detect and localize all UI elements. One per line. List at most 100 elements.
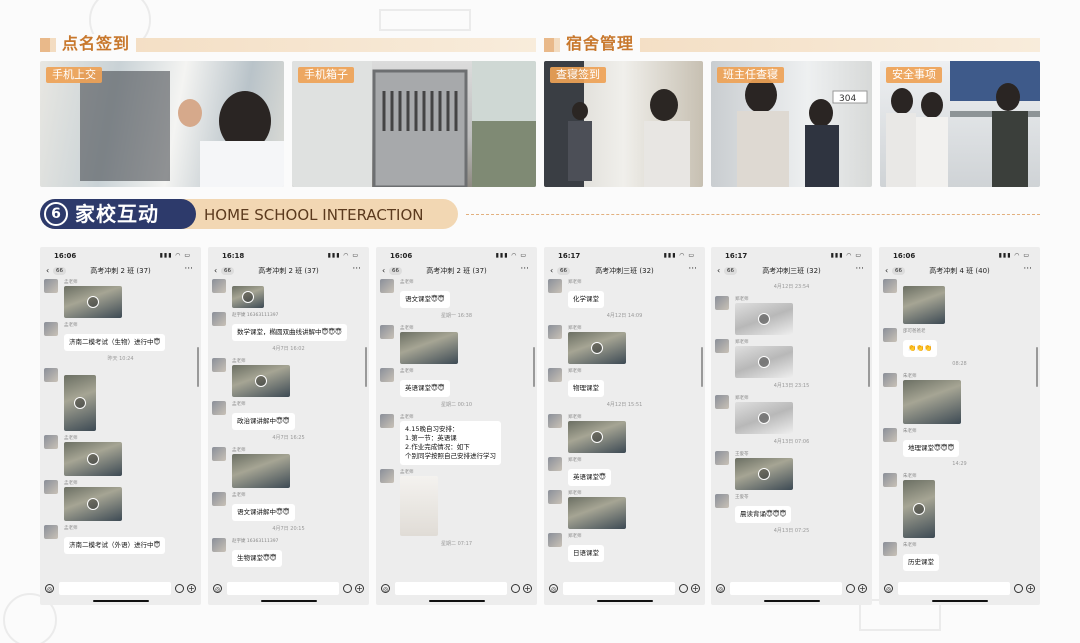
avatar [44, 525, 58, 539]
more-icon[interactable]: ··· [1023, 264, 1032, 274]
more-icon[interactable]: ··· [688, 264, 697, 274]
chat-timestamp: 昨天 10:24 [107, 356, 134, 362]
more-icon[interactable]: ··· [352, 264, 361, 274]
avatar [548, 279, 562, 293]
emoji-icon[interactable] [343, 584, 352, 593]
message-video[interactable] [64, 487, 122, 521]
chat-body: 4月12日 23:54 郑老师 郑老师 4月13日 23:15 郑老师 4月13日 07:… [711, 279, 872, 579]
emoji-icon[interactable] [1014, 584, 1023, 593]
chat-message: 孟老师 4.15晚自习安排： 1.第一节：英语课 2.作业完成情况：如下 个别同学… [376, 414, 537, 465]
chat-input-bar: ◎ + [376, 581, 537, 597]
home-indicator [92, 600, 149, 602]
chat-message: 郑老师 化学课堂 [544, 279, 705, 308]
voice-icon[interactable]: ◎ [45, 584, 54, 593]
chat-message: 孟老师语文课堂😇😇 [376, 279, 537, 308]
message-text: 日语课堂 [568, 545, 604, 562]
avatar [883, 373, 897, 387]
message-text: 4.15晚自习安排： 1.第一节：英语课 2.作业完成情况：如下 个别同学按照自… [400, 421, 501, 465]
avatar [883, 279, 897, 293]
voice-icon[interactable]: ◎ [884, 584, 893, 593]
chat-screenshot: 16:17 ▮▮▮ ◠ ▭ ‹ 66 高考冲刺三班 (32) ··· 郑老师 化学… [544, 247, 705, 605]
message-image[interactable] [400, 332, 458, 364]
photo-tag: 手机箱子 [298, 67, 354, 83]
sender-name: 孟老师 [64, 481, 78, 486]
message-video[interactable] [903, 480, 935, 538]
message-image[interactable] [903, 380, 961, 424]
emoji-icon[interactable] [175, 584, 184, 593]
message-input[interactable] [898, 582, 1010, 595]
message-video[interactable] [232, 286, 264, 308]
more-icon[interactable]: ··· [855, 264, 864, 274]
chat-timestamp: 08:28 [952, 361, 967, 367]
voice-icon[interactable]: ◎ [549, 584, 558, 593]
status-bar: 16:18 ▮▮▮ ◠ ▭ [208, 247, 369, 263]
avatar [715, 395, 729, 409]
chat-nav-bar: ‹ 66 高考冲刺 2 班 (37) ··· [208, 264, 369, 278]
chat-body: 孟老师 语文课堂😇😇 星期一 16:38 孟老师 孟老师 英语课堂😇😇 星期二 00:10 孟… [376, 279, 537, 579]
signal-battery-icon: ▮▮▮ ◠ ▭ [830, 252, 862, 259]
message-input[interactable] [395, 582, 507, 595]
avatar [548, 368, 562, 382]
chat-timestamp: 4月12日 15:51 [606, 402, 643, 408]
message-video[interactable] [64, 286, 122, 318]
emoji-icon[interactable] [511, 584, 520, 593]
avatar [44, 322, 58, 336]
chat-message: 郑老师 [544, 325, 705, 364]
message-video[interactable] [568, 332, 626, 364]
chat-message: 郑老师 [711, 395, 872, 434]
message-text: 语文课堂😇😇 [400, 291, 450, 308]
plus-icon[interactable]: + [187, 584, 196, 593]
message-video[interactable] [64, 442, 122, 476]
message-input[interactable] [730, 582, 842, 595]
plus-icon[interactable]: + [523, 584, 532, 593]
emoji-icon[interactable] [846, 584, 855, 593]
message-video[interactable] [735, 458, 793, 490]
sender-name: 孟老师 [400, 280, 414, 285]
message-input[interactable] [227, 582, 339, 595]
more-icon[interactable]: ··· [520, 264, 529, 274]
plus-icon[interactable]: + [355, 584, 364, 593]
plus-icon[interactable]: + [1026, 584, 1035, 593]
scrollbar[interactable] [197, 347, 199, 387]
message-image[interactable] [400, 476, 438, 536]
photo-phone-handin: 手机上交 [40, 61, 284, 187]
chat-timestamp: 4月7日 16:25 [272, 435, 305, 441]
message-image[interactable] [903, 286, 945, 324]
message-video[interactable] [568, 421, 626, 453]
plus-icon[interactable]: + [691, 584, 700, 593]
sender-name: 孟老师 [232, 359, 246, 364]
home-indicator [763, 600, 820, 602]
chat-message: 朱老师 [879, 473, 1040, 538]
message-video[interactable] [735, 346, 793, 378]
voice-icon[interactable]: ◎ [381, 584, 390, 593]
avatar [548, 533, 562, 547]
message-text: 济南二模考试（外语）进行中😇 [64, 537, 166, 554]
more-icon[interactable]: ··· [184, 264, 193, 274]
scrollbar[interactable] [365, 347, 367, 387]
plus-icon[interactable]: + [858, 584, 867, 593]
message-video[interactable] [232, 365, 290, 397]
message-video[interactable] [735, 303, 793, 335]
avatar [883, 428, 897, 442]
message-text: 语文课讲解中😇😇 [232, 504, 295, 521]
message-image[interactable] [232, 454, 290, 488]
message-video[interactable] [735, 402, 793, 434]
scrollbar[interactable] [1036, 347, 1038, 387]
emoji-icon[interactable] [679, 584, 688, 593]
scrollbar[interactable] [701, 347, 703, 387]
chat-message: 郑老师 英语课堂😇 [544, 457, 705, 486]
message-image[interactable] [568, 497, 626, 529]
chat-message: 孟老师 政治课讲解中😇😇 [208, 401, 369, 430]
message-video[interactable] [64, 375, 96, 431]
message-input[interactable] [563, 582, 675, 595]
scrollbar[interactable] [533, 347, 535, 387]
chat-message: 郑老师 [544, 414, 705, 453]
voice-icon[interactable]: ◎ [213, 584, 222, 593]
voice-icon[interactable]: ◎ [716, 584, 725, 593]
sender-name: 朱老师 [903, 374, 917, 379]
avatar [212, 358, 226, 372]
photo-tag: 安全事项 [886, 67, 942, 83]
chat-message: 孟老师 济南二模考试（外语）进行中😇 [40, 525, 201, 554]
scrollbar[interactable] [868, 347, 870, 387]
message-input[interactable] [59, 582, 171, 595]
